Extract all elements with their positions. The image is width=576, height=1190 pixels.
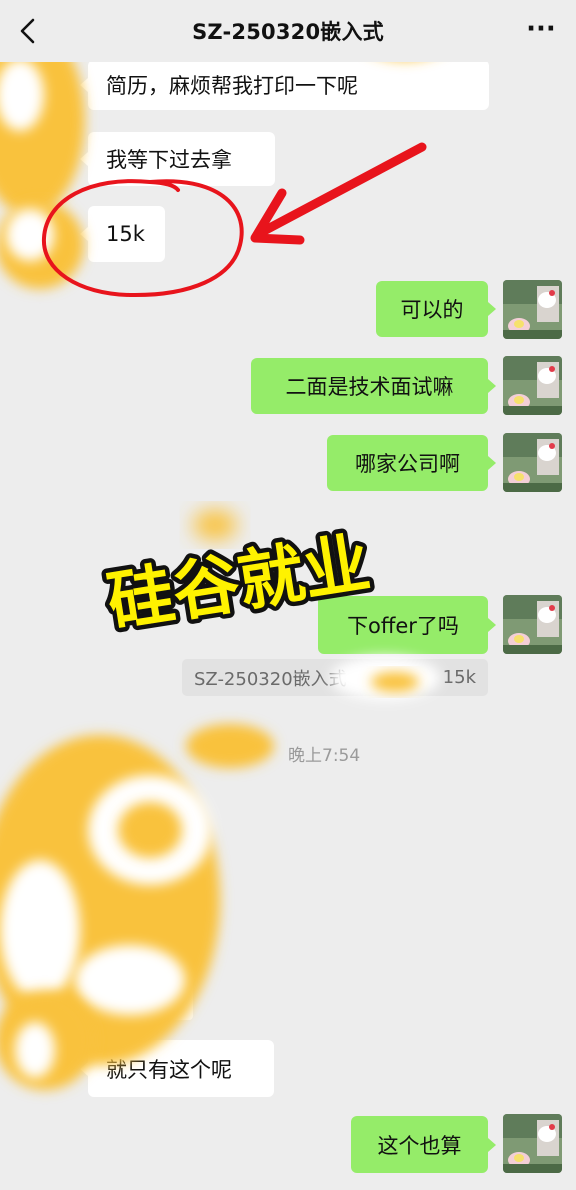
message-text: 可以的 (400, 298, 464, 322)
message-bubble-incoming[interactable]: 就只有这个呢 (80, 1040, 274, 1097)
chat-title: SZ-250320嵌入式 (192, 20, 384, 44)
message-bubble-outgoing[interactable]: 二面是技术面试嘛 (251, 358, 496, 414)
message-bubble-incoming[interactable]: 简历，麻烦帮我打印一下呢 (80, 60, 489, 110)
message-text: 这个也算 (377, 1133, 462, 1158)
message-text: 哪家公司啊 (355, 452, 460, 476)
quoted-message[interactable]: SZ-250320嵌入式 15k (182, 659, 488, 696)
shared-card[interactable] (88, 880, 193, 1020)
avatar[interactable] (503, 595, 562, 654)
message-bubble-incoming[interactable]: 15k (80, 206, 165, 262)
message-bubble-incoming[interactable]: 我等下过去拿 (80, 132, 275, 186)
quoted-text: 15k (442, 667, 476, 688)
chat-header: SZ-250320嵌入式 ··· (0, 0, 576, 62)
chat-screen: SZ-250320嵌入式 ··· 简历，麻烦帮我打印一下呢 我等下过去拿 15k… (0, 0, 576, 1190)
more-options-icon[interactable]: ··· (526, 16, 556, 42)
avatar[interactable] (503, 433, 562, 492)
message-text: 就只有这个呢 (106, 1057, 232, 1082)
avatar[interactable] (503, 1114, 562, 1173)
avatar-image (503, 595, 562, 654)
arrow-icon (250, 188, 305, 245)
avatar[interactable] (503, 280, 562, 339)
avatar-image (503, 356, 562, 415)
avatar-image (503, 433, 562, 492)
message-text: 我等下过去拿 (106, 148, 232, 172)
message-timestamp: 晚上7:54 (288, 746, 361, 766)
message-text: 二面是技术面试嘛 (285, 375, 454, 399)
message-text: 15k (106, 222, 145, 246)
watermark-logo: 硅谷就业 (98, 520, 380, 646)
arrow-shaft (257, 142, 427, 237)
avatar[interactable] (503, 356, 562, 415)
avatar-image (503, 1114, 562, 1173)
blur-blob (0, 25, 85, 289)
message-bubble-outgoing[interactable]: 哪家公司啊 (327, 435, 496, 491)
watermark-text: 硅谷就业 (102, 524, 375, 641)
avatar-image (503, 280, 562, 339)
message-bubble-outgoing[interactable]: 可以的 (376, 281, 496, 337)
message-bubble-outgoing[interactable]: 这个也算 (351, 1116, 496, 1173)
card-indicator-icon (93, 996, 101, 1004)
quoted-sender: SZ-250320嵌入式 (194, 668, 347, 690)
message-text: 简历，麻烦帮我打印一下呢 (106, 74, 358, 98)
